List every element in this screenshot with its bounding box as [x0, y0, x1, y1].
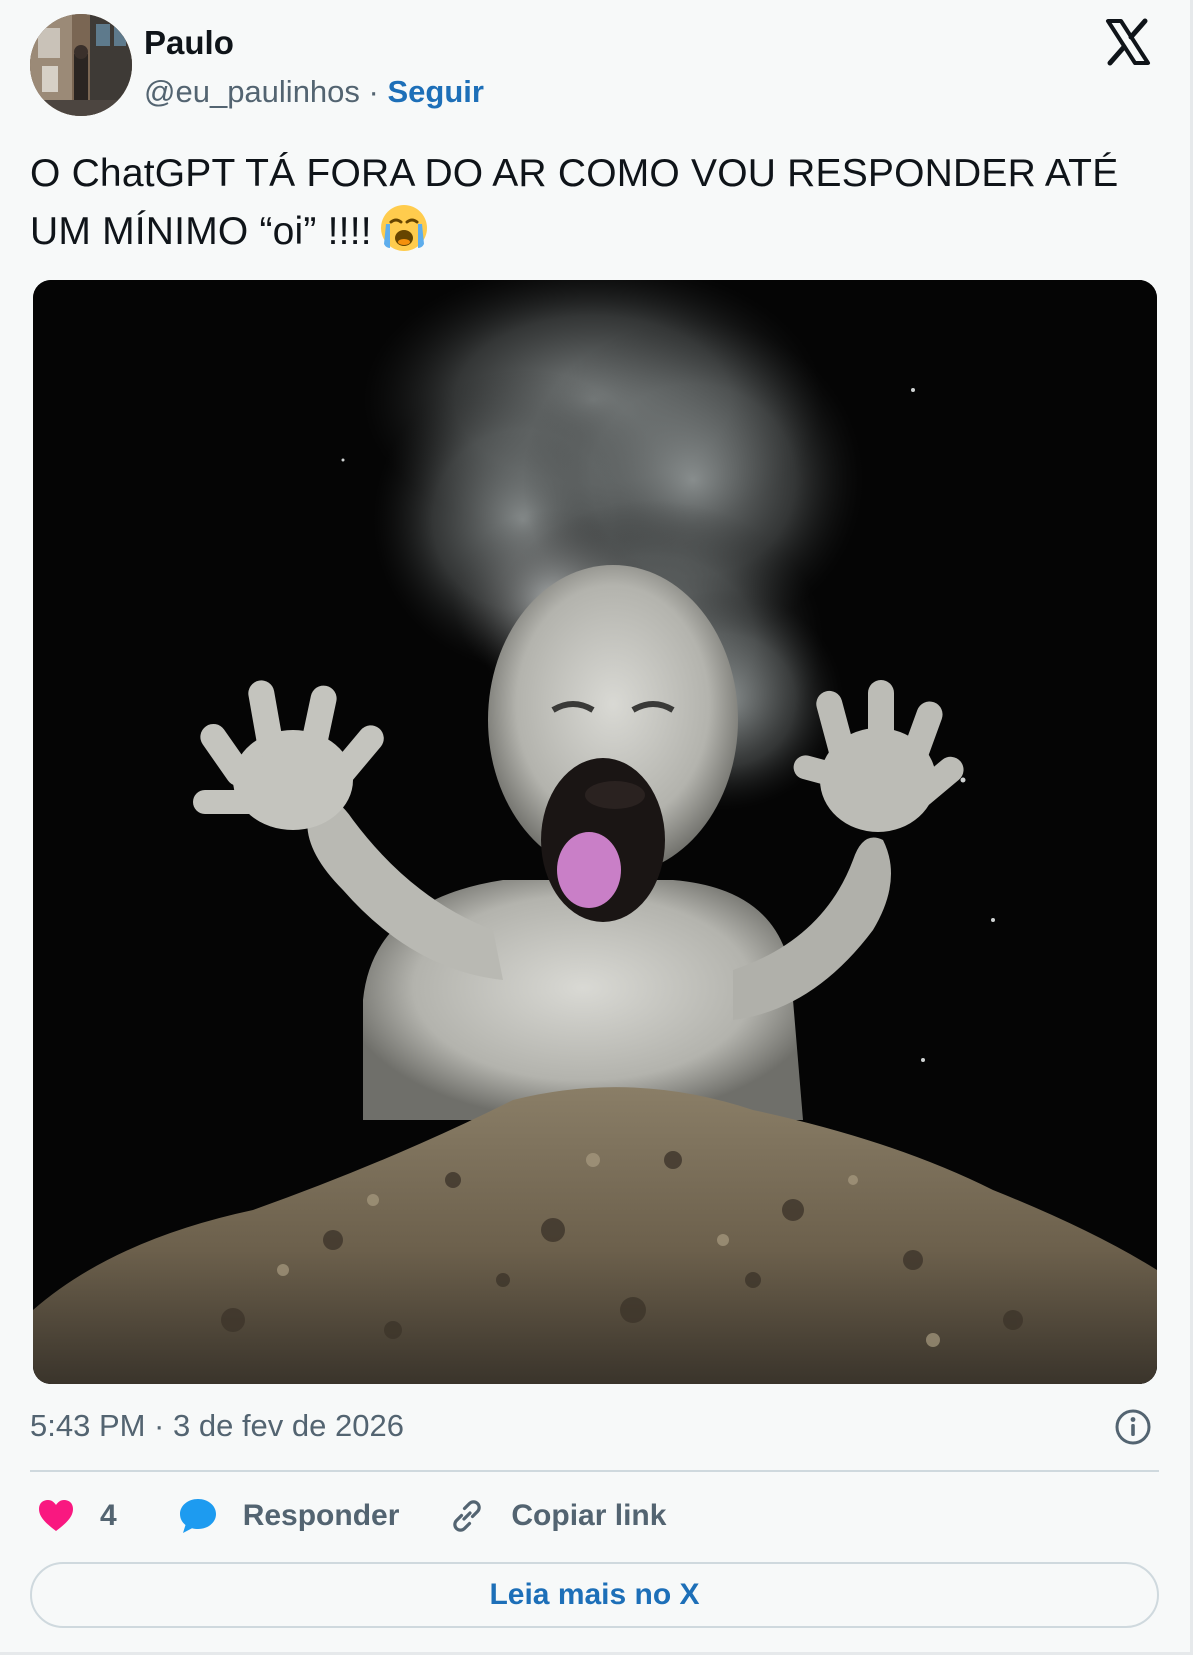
author-name[interactable]: Paulo [144, 24, 234, 62]
info-icon[interactable] [1113, 1407, 1153, 1447]
read-more-button[interactable]: Leia mais no X [30, 1562, 1159, 1628]
tweet-text-content: O ChatGPT TÁ FORA DO AR COMO VOU RESPOND… [30, 152, 1119, 253]
handle-separator: · [359, 74, 388, 109]
divider [30, 1470, 1159, 1472]
like-button[interactable]: 4 [36, 1496, 117, 1536]
tweet-media-image[interactable] [33, 280, 1157, 1384]
heart-icon [36, 1496, 76, 1536]
tweet-timestamp[interactable]: 5:43 PM · 3 de fev de 2026 [30, 1408, 404, 1444]
speech-bubble-icon [177, 1495, 219, 1537]
copy-link-label: Copiar link [511, 1499, 667, 1532]
loudly-crying-face-icon [378, 202, 430, 254]
action-bar: 4 Responder Copiar link [36, 1492, 666, 1540]
copy-link-button[interactable]: Copiar link [447, 1496, 666, 1536]
author-avatar[interactable] [30, 14, 132, 116]
tweet-text: O ChatGPT TÁ FORA DO AR COMO VOU RESPOND… [30, 146, 1160, 260]
author-handle-line: @eu_paulinhos · Seguir [144, 74, 484, 110]
x-logo-icon[interactable] [1104, 18, 1152, 66]
like-count: 4 [100, 1499, 117, 1532]
reply-label: Responder [242, 1499, 400, 1532]
reply-button[interactable]: Responder [177, 1495, 400, 1537]
tweet-embed-card: Paulo @eu_paulinhos · Seguir O ChatGPT T… [0, 0, 1193, 1655]
link-icon [447, 1496, 487, 1536]
author-handle[interactable]: @eu_paulinhos [144, 74, 360, 109]
follow-button[interactable]: Seguir [387, 74, 483, 109]
